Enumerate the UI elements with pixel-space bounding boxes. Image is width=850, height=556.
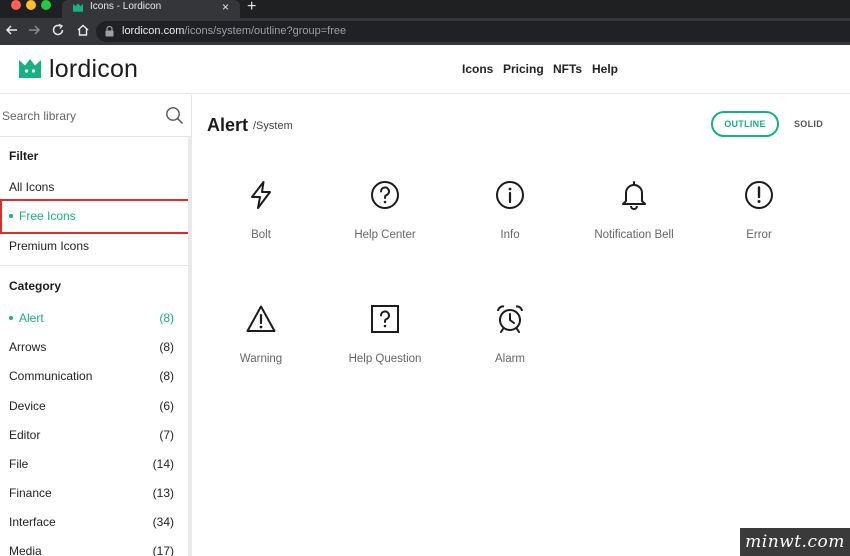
category-label: Media	[9, 544, 42, 556]
category-label: Finance	[9, 486, 52, 500]
url-path: /icons/system/outline?group=free	[184, 25, 347, 37]
category-label: Arrows	[9, 340, 47, 354]
icon-card-warning[interactable]: Warning	[201, 304, 321, 394]
help-center-icon	[371, 181, 399, 209]
lordicon-logo-icon[interactable]	[18, 58, 42, 79]
logo-text[interactable]: lordicon	[49, 55, 138, 84]
filter-label: All Icons	[9, 180, 55, 194]
url-text: lordicon.com/icons/system/outline?group=…	[122, 25, 346, 37]
breadcrumb[interactable]: /System	[253, 120, 293, 132]
watermark: minwt.com	[740, 528, 850, 556]
icon-label: Notification Bell	[594, 229, 674, 241]
tab-close-icon[interactable]: ×	[222, 0, 229, 14]
category-count: (8)	[159, 340, 174, 354]
icon-label: Alarm	[494, 353, 526, 365]
category-count: (7)	[159, 428, 174, 442]
icon-label: Info	[500, 229, 520, 241]
category-item-editor[interactable]: Editor (7)	[9, 428, 177, 442]
solid-style-button[interactable]: SOLID	[794, 119, 823, 129]
close-window-button[interactable]	[11, 0, 21, 10]
back-arrow-icon[interactable]	[4, 23, 20, 39]
category-item-media[interactable]: Media (17)	[9, 544, 177, 556]
page-title: Alert	[207, 115, 249, 135]
category-item-device[interactable]: Device (6)	[9, 399, 177, 413]
nav-link-icons[interactable]: Icons	[462, 62, 493, 76]
address-bar[interactable]: lordicon.com/icons/system/outline?group=…	[96, 21, 850, 42]
alarm-icon	[497, 305, 523, 333]
highlight-annotation-box	[0, 199, 190, 234]
icon-card-help-center[interactable]: Help Center	[325, 180, 445, 270]
reload-icon[interactable]	[50, 23, 66, 39]
category-label: Editor	[9, 428, 41, 442]
category-label: Alert	[19, 311, 44, 325]
category-count: (6)	[159, 399, 174, 413]
forward-arrow-icon[interactable]	[26, 23, 42, 39]
category-item-finance[interactable]: Finance (13)	[9, 486, 177, 500]
search-icon[interactable]	[165, 106, 184, 125]
icon-label: Help Center	[354, 229, 416, 241]
category-count: (17)	[152, 544, 174, 556]
icon-label: Warning	[239, 353, 283, 365]
category-count: (34)	[152, 515, 174, 529]
category-label: Interface	[9, 515, 56, 529]
category-label: File	[9, 457, 29, 471]
filter-title: Filter	[9, 149, 39, 163]
icon-card-alarm[interactable]: Alarm	[450, 304, 570, 394]
category-label: Communication	[9, 369, 93, 383]
help-question-icon	[371, 305, 399, 333]
icon-card-error[interactable]: Error	[699, 180, 819, 270]
category-count: (13)	[152, 486, 174, 500]
search-input[interactable]	[2, 107, 152, 125]
sidebar-divider	[0, 265, 188, 266]
error-icon	[745, 181, 773, 209]
category-label: Device	[9, 399, 46, 413]
category-count: (14)	[152, 457, 174, 471]
icon-card-help-question[interactable]: Help Question	[325, 304, 445, 394]
active-dot-icon	[9, 315, 13, 320]
search-row	[0, 95, 192, 137]
sidebar-scrollbar[interactable]	[188, 136, 192, 556]
filter-label: Premium Icons	[9, 239, 90, 253]
icon-label: Bolt	[251, 229, 271, 241]
lock-icon	[105, 26, 114, 37]
nav-link-help[interactable]: Help	[592, 62, 618, 76]
url-host: lordicon.com	[122, 25, 185, 37]
browser-tab-bar: Icons - Lordicon × +	[0, 0, 850, 18]
category-item-interface[interactable]: Interface (34)	[9, 515, 177, 529]
filter-all-icons[interactable]: All Icons	[9, 180, 177, 194]
main-content: Alert /System OUTLINE SOLID Bolt Help Ce…	[193, 95, 850, 556]
category-count: (8)	[159, 369, 174, 383]
home-icon[interactable]	[75, 23, 91, 39]
site-header: lordicon Icons Pricing NFTs Help	[0, 45, 850, 94]
bolt-icon	[251, 181, 271, 209]
sidebar: Filter All Icons Free Icons Premium Icon…	[0, 95, 192, 556]
nav-link-nfts[interactable]: NFTs	[553, 62, 582, 76]
nav-link-pricing[interactable]: Pricing	[503, 62, 544, 76]
category-count: (8)	[159, 311, 174, 325]
browser-toolbar: lordicon.com/icons/system/outline?group=…	[0, 18, 850, 45]
icon-label: Help Question	[348, 353, 422, 365]
info-icon	[496, 181, 524, 209]
category-title: Category	[9, 279, 62, 293]
category-item-arrows[interactable]: Arrows (8)	[9, 340, 177, 354]
category-item-communication[interactable]: Communication (8)	[9, 369, 177, 383]
tab-title: Icons - Lordicon	[90, 1, 162, 12]
warning-icon	[246, 305, 276, 332]
outline-style-button[interactable]: OUTLINE	[711, 111, 779, 137]
icon-label: Error	[746, 229, 772, 241]
category-item-file[interactable]: File (14)	[9, 457, 177, 471]
minimize-window-button[interactable]	[26, 0, 36, 10]
category-item-alert[interactable]: Alert (8)	[9, 311, 177, 325]
new-tab-button[interactable]: +	[247, 0, 256, 16]
icon-card-bolt[interactable]: Bolt	[201, 180, 321, 270]
maximize-window-button[interactable]	[41, 0, 51, 10]
icon-card-notification-bell[interactable]: Notification Bell	[574, 180, 694, 270]
browser-tab[interactable]: Icons - Lordicon ×	[62, 0, 240, 18]
notification-bell-icon	[622, 181, 646, 210]
icon-card-info[interactable]: Info	[450, 180, 570, 270]
filter-premium-icons[interactable]: Premium Icons	[9, 239, 177, 253]
lordicon-favicon-icon	[73, 3, 83, 12]
